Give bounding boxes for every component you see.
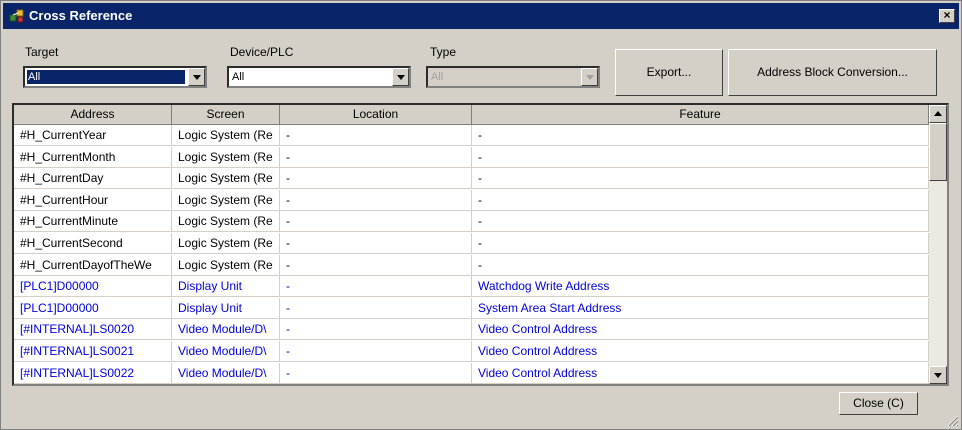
address-cell: [#INTERNAL]LS0022 [14,362,172,384]
scroll-down-arrow-icon[interactable] [929,366,947,384]
table-header: Address Screen Location Feature [14,105,929,125]
location-cell: - [280,297,472,319]
title-bar[interactable]: Cross Reference × [3,3,959,29]
address-cell: [#INTERNAL]LS0021 [14,341,172,362]
chevron-down-icon[interactable] [188,68,205,86]
type-value: All [431,71,444,83]
location-cell: - [280,233,472,254]
device-plc-label: Device/PLC [230,45,294,59]
feature-cell: - [472,254,929,276]
type-label: Type [430,45,457,59]
address-cell: #H_CurrentMonth [14,146,172,168]
screen-cell: Display Unit [172,276,280,298]
table-row[interactable]: [#INTERNAL]LS0021 Video Module/D\ - Video C… [14,341,929,362]
address-cell: #H_CurrentDay [14,168,172,190]
cross-reference-table[interactable]: Address Screen Location Feature #H_Curre… [12,103,949,386]
feature-cell: Video Control Address [472,362,929,384]
location-cell: - [280,276,472,298]
column-header-address[interactable]: Address [14,105,172,125]
screen-cell: Video Module/D\ [172,341,280,362]
location-cell: - [280,254,472,276]
screen-cell: Video Module/D\ [172,319,280,341]
window-title: Cross Reference [29,8,133,23]
resize-grip-icon[interactable] [947,415,959,427]
cross-reference-icon [9,9,24,23]
address-block-conversion-button[interactable]: Address Block Conversion... [728,49,937,96]
location-cell: - [280,125,472,146]
screen-cell: Logic System (Re [172,233,280,254]
location-cell: - [280,189,472,211]
location-cell: - [280,168,472,190]
address-cell: #H_CurrentYear [14,125,172,146]
screen-cell: Logic System (Re [172,211,280,233]
feature-cell: - [472,168,929,190]
table-row[interactable]: #H_CurrentHour Logic System (Re - - [14,189,929,211]
screen-cell: Display Unit [172,297,280,319]
target-value: All [27,70,185,84]
feature-cell: - [472,146,929,168]
location-cell: - [280,211,472,233]
target-label: Target [25,45,59,59]
scroll-up-arrow-icon[interactable] [929,105,947,123]
scrollbar-thumb[interactable] [929,123,947,181]
feature-cell: - [472,211,929,233]
feature-cell: Video Control Address [472,341,929,362]
table-row[interactable]: [PLC1]D00000 Display Unit - Watchdog Write … [14,276,929,298]
column-header-feature[interactable]: Feature [472,105,929,125]
table-row[interactable]: #H_CurrentMinute Logic System (Re - - [14,211,929,233]
cross-reference-dialog: Cross Reference × Target All Device/PLC … [0,0,962,430]
window-close-button[interactable]: × [939,9,955,23]
location-cell: - [280,362,472,384]
address-cell: #H_CurrentDayofTheWe [14,254,172,276]
address-cell: [#INTERNAL]LS0020 [14,319,172,341]
target-combobox[interactable]: All [23,66,207,88]
location-cell: - [280,146,472,168]
screen-cell: Logic System (Re [172,168,280,190]
table-row[interactable]: [PLC1]D00000 Display Unit - System Area Sta… [14,297,929,319]
close-icon: × [943,8,951,22]
screen-cell: Logic System (Re [172,189,280,211]
table-row[interactable]: #H_CurrentDayofTheWe Logic System (Re - - [14,254,929,276]
location-cell: - [280,341,472,362]
screen-cell: Video Module/D\ [172,362,280,384]
screen-cell: Logic System (Re [172,254,280,276]
chevron-down-icon[interactable] [581,68,598,86]
table-row[interactable]: #H_CurrentYear Logic System (Re - - [14,125,929,146]
type-combobox[interactable]: All [426,66,600,88]
feature-cell: - [472,125,929,146]
table-row[interactable]: #H_CurrentSecond Logic System (Re - - [14,233,929,254]
column-header-screen[interactable]: Screen [172,105,280,125]
address-cell: #H_CurrentMinute [14,211,172,233]
address-cell: #H_CurrentHour [14,189,172,211]
column-header-location[interactable]: Location [280,105,472,125]
table-row[interactable]: #H_CurrentDay Logic System (Re - - [14,168,929,190]
feature-cell: System Area Start Address [472,297,929,319]
vertical-scrollbar[interactable] [929,105,947,384]
chevron-down-icon[interactable] [392,68,409,86]
close-button[interactable]: Close (C) [839,392,918,415]
feature-cell: Video Control Address [472,319,929,341]
feature-cell: - [472,189,929,211]
feature-cell: Watchdog Write Address [472,276,929,298]
device-plc-combobox[interactable]: All [227,66,411,88]
location-cell: - [280,319,472,341]
feature-cell: - [472,233,929,254]
screen-cell: Logic System (Re [172,125,280,146]
address-cell: [PLC1]D00000 [14,276,172,298]
table-row[interactable]: [#INTERNAL]LS0020 Video Module/D\ - Video C… [14,319,929,341]
table-row[interactable]: [#INTERNAL]LS0022 Video Module/D\ - Video C… [14,362,929,384]
address-cell: [PLC1]D00000 [14,297,172,319]
address-cell: #H_CurrentSecond [14,233,172,254]
device-plc-value: All [232,71,245,83]
export-button[interactable]: Export... [615,49,723,96]
table-row[interactable]: #H_CurrentMonth Logic System (Re - - [14,146,929,168]
screen-cell: Logic System (Re [172,146,280,168]
